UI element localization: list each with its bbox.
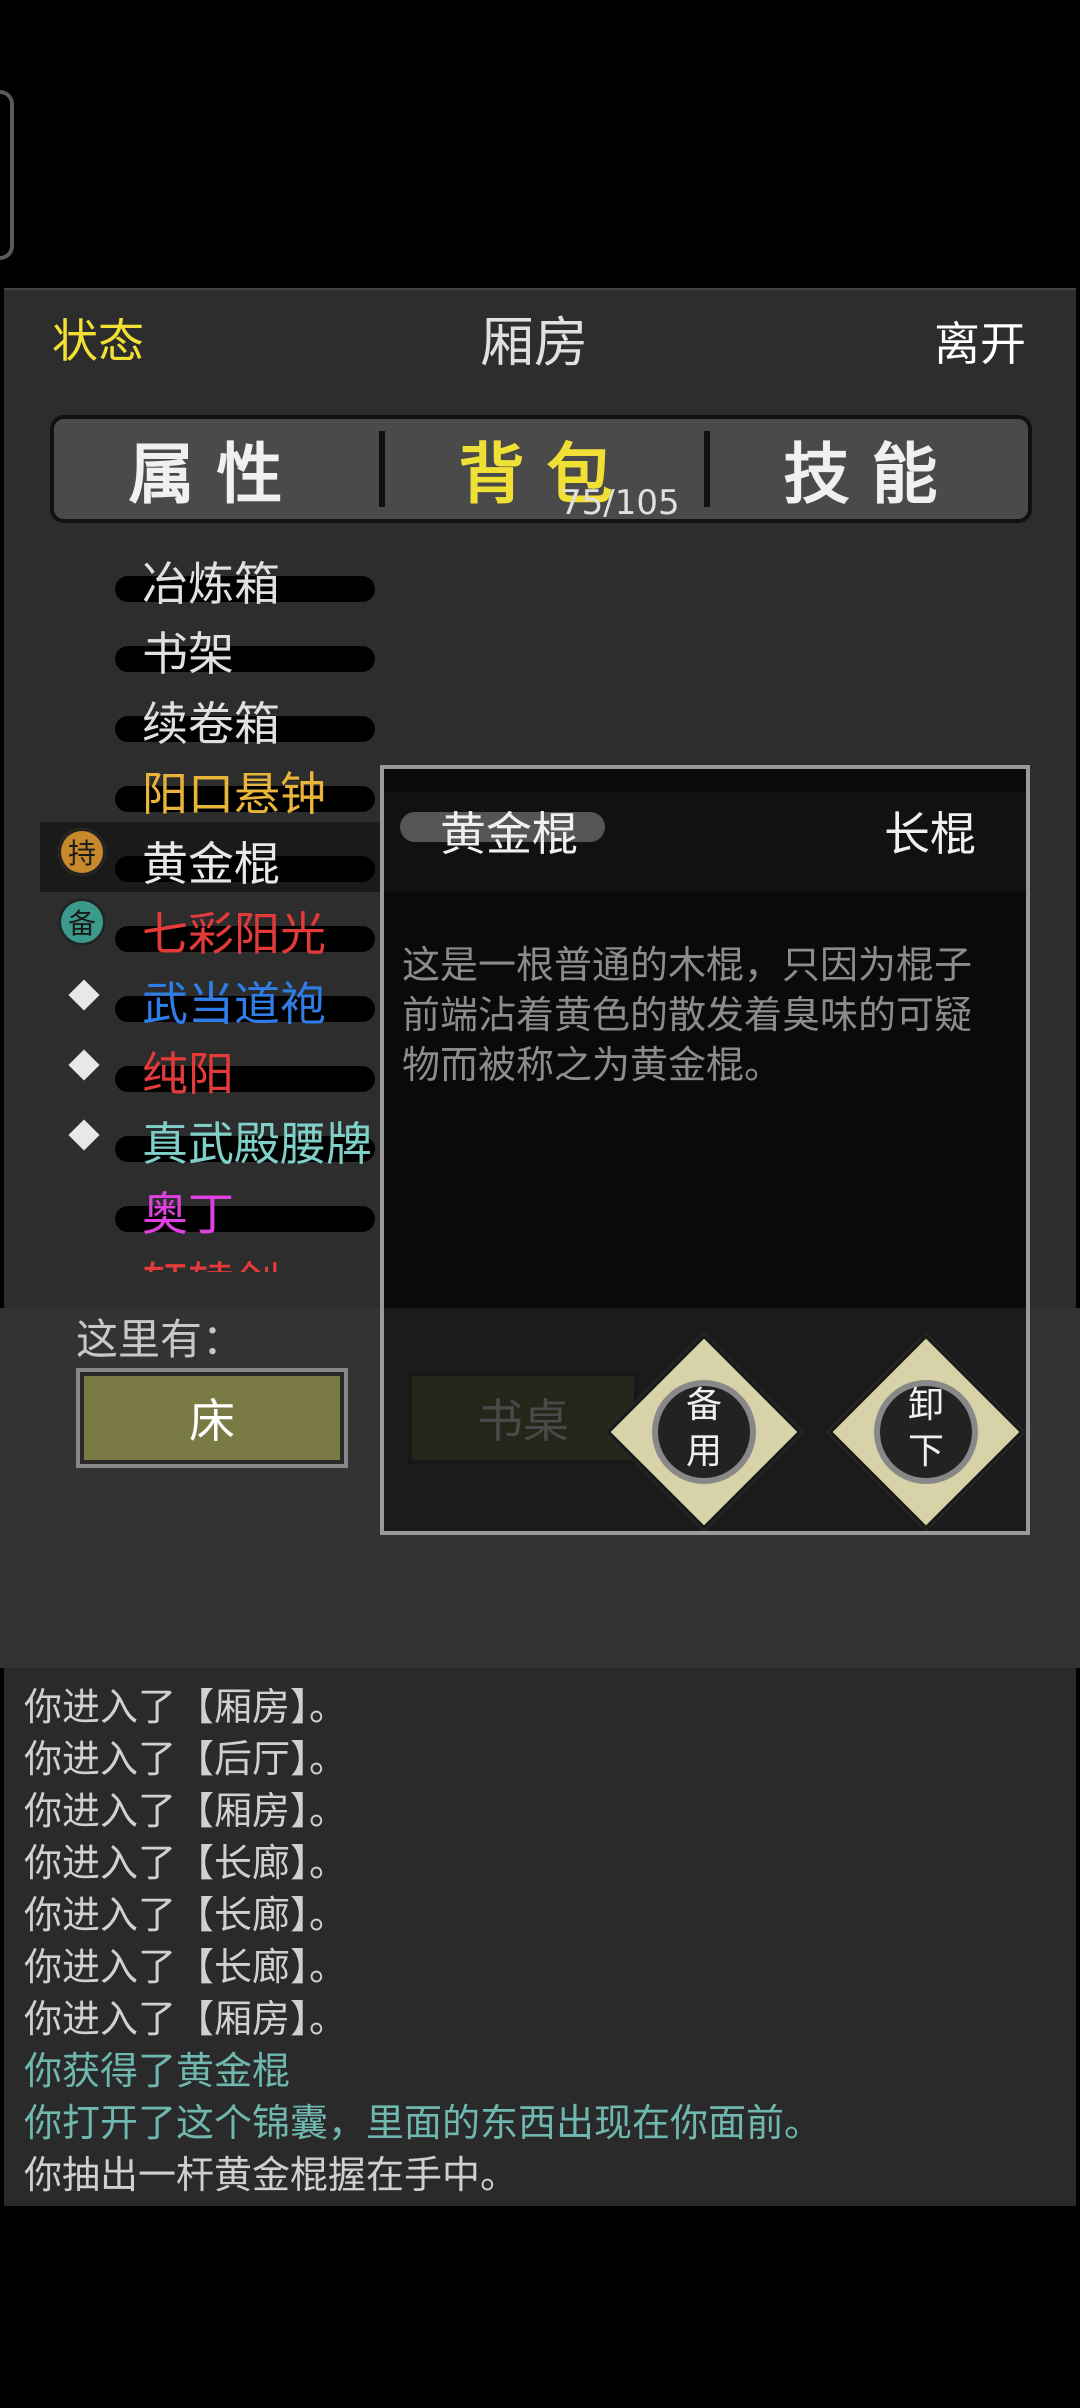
inventory-item-name: 轩辕剑 — [142, 1248, 280, 1272]
tab-label: 属性 — [128, 436, 305, 513]
equip-spare-label: 备用 — [685, 1385, 722, 1472]
log-line: 你抽出一杆黄金棍握在手中。 — [24, 2153, 519, 2197]
item-name: 黄金棍 — [440, 807, 578, 861]
room-objects-label: 这里有： — [76, 1315, 245, 1364]
bag-capacity: 75/105 — [560, 483, 680, 523]
inventory-item-name: 黄金棍 — [142, 837, 280, 891]
inventory-item-name: 纯阳 — [142, 1047, 234, 1101]
inventory-item-name: 书架 — [142, 627, 234, 681]
tab-attributes[interactable]: 属性 — [54, 419, 379, 519]
inventory-item[interactable]: 书架 — [40, 612, 380, 682]
inventory-item-name: 真武殿腰牌 — [142, 1117, 372, 1171]
status-button[interactable]: 状态 — [52, 305, 144, 371]
log-line: 你进入了【长廊】。 — [24, 1945, 348, 1989]
tab-skills[interactable]: 技能 — [709, 419, 1034, 519]
item-type: 长棍 — [884, 807, 976, 861]
room-object-bed[interactable]: 床 — [80, 1372, 344, 1464]
log-line: 你进入了【厢房】。 — [24, 1685, 348, 1729]
inventory-item[interactable]: 阳口悬钟 — [40, 752, 380, 822]
inventory-item[interactable]: 备七彩阳光 — [40, 892, 380, 962]
equipped-diamond-icon — [68, 979, 100, 1011]
inventory-item-name: 武当道袍 — [142, 977, 326, 1031]
room-title: 厢房 — [480, 311, 588, 374]
inventory-item-name: 七彩阳光 — [142, 907, 326, 961]
equipped-diamond-icon — [68, 1049, 100, 1081]
log-line: 你进入了【长廊】。 — [24, 1893, 348, 1937]
log-line: 你打开了这个锦囊，里面的东西出现在你面前。 — [24, 2101, 823, 2145]
tab-bar: 属性 背包 75/105 技能 — [50, 415, 1032, 523]
inventory-item-name: 续卷箱 — [142, 697, 280, 751]
log-line: 你进入了【厢房】。 — [24, 1997, 348, 2041]
leave-button[interactable]: 离开 — [934, 308, 1026, 374]
inventory-item[interactable]: 冶炼箱 — [40, 560, 380, 612]
inventory-item[interactable]: 纯阳 — [40, 1032, 380, 1102]
log-line: 你进入了【厢房】。 — [24, 1789, 348, 1833]
inventory-item[interactable]: 真武殿腰牌 — [40, 1102, 380, 1172]
equipped-diamond-icon — [68, 1119, 100, 1151]
inventory-list[interactable]: 冶炼箱书架续卷箱阳口悬钟持黄金棍备七彩阳光武当道袍纯阳真武殿腰牌奥丁轩辕剑 — [40, 560, 380, 1272]
inventory-item[interactable]: 续卷箱 — [40, 682, 380, 752]
tab-label: 技能 — [783, 436, 960, 513]
inventory-item[interactable]: 轩辕剑 — [40, 1242, 380, 1272]
unequip-label: 卸下 — [907, 1385, 944, 1472]
side-bracket — [0, 90, 14, 260]
log-line: 你进入了【后厅】。 — [24, 1737, 348, 1781]
item-description: 这是一根普通的木棍，只因为棍子前端沾着黄色的散发着臭味的可疑物而被称之为黄金棍。 — [402, 943, 973, 1087]
inventory-item[interactable]: 奥丁 — [40, 1172, 380, 1242]
inventory-item-name: 阳口悬钟 — [142, 767, 326, 821]
inventory-item-name: 冶炼箱 — [142, 560, 280, 611]
item-status-badge: 备 — [58, 898, 106, 946]
inventory-item-name: 奥丁 — [142, 1187, 234, 1241]
inventory-item[interactable]: 武当道袍 — [40, 962, 380, 1032]
log-line: 你进入了【长廊】。 — [24, 1841, 348, 1885]
log-line: 你获得了黄金棍 — [24, 2049, 291, 2093]
message-log: 你进入了【厢房】。 你进入了【后厅】。 你进入了【厢房】。 你进入了【长廊】。 你进入了… — [4, 1668, 1076, 2206]
inventory-item[interactable]: 持黄金棍 — [40, 822, 380, 892]
item-status-badge: 持 — [58, 828, 106, 876]
